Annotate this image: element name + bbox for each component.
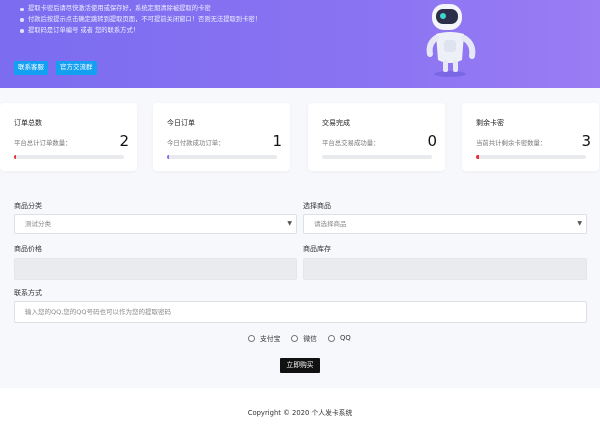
stat-label: 平台总计订单数量：: [14, 139, 72, 147]
payment-option-label: 支付宝: [260, 335, 281, 343]
stock-label: 商品库存: [303, 245, 331, 253]
payment-option-qq[interactable]: QQ: [327, 333, 351, 343]
stock-field: [303, 258, 587, 280]
stat-value: 1: [272, 132, 282, 150]
payment-method-group: 支付宝 微信 QQ: [248, 333, 351, 343]
notice-item: 付款后按提示点击确定跳转到提取页面，不可提前关闭窗口！否则无法提取到卡密！: [18, 15, 288, 26]
robot-illustration: [426, 4, 476, 77]
product-label: 选择商品: [303, 202, 331, 210]
payment-option-wechat[interactable]: 微信: [291, 333, 317, 343]
product-select[interactable]: 请选择商品 ▼: [303, 214, 587, 234]
progress-fill: [167, 155, 170, 159]
progress-fill: [14, 155, 17, 159]
price-label: 商品价格: [14, 245, 42, 253]
payment-option-label: QQ: [339, 334, 351, 342]
progress-bar: [167, 155, 277, 159]
contact-placeholder: 输入您的QQ,您的QQ号码也可以作为您的提取密码: [25, 308, 172, 316]
stat-title: 剩余卡密: [476, 119, 504, 127]
buy-now-button[interactable]: 立即购买: [280, 358, 320, 373]
radio-icon[interactable]: [291, 334, 299, 342]
copyright-text: Copyright © 2020 个人发卡系统: [247, 409, 353, 417]
stat-card-remaining: 剩余卡密 当前共计剩余卡密数量： 3: [462, 103, 599, 171]
stat-card-today-orders: 今日订单 今日付款成功订单： 1: [153, 103, 290, 171]
official-group-button[interactable]: 官方交流群: [56, 61, 97, 75]
radio-icon[interactable]: [248, 334, 255, 342]
contact-label: 联系方式: [14, 289, 42, 297]
stat-title: 今日订单: [167, 119, 195, 127]
stat-label: 今日付款成功订单：: [167, 139, 225, 147]
price-field: [14, 258, 297, 280]
chevron-down-icon: ▼: [287, 220, 292, 227]
stat-title: 订单总数: [14, 119, 42, 127]
stat-value: 2: [119, 132, 129, 150]
stat-card-total-orders: 订单总数 平台总计订单数量： 2: [0, 103, 137, 171]
progress-bar: [322, 155, 432, 159]
notice-list: 提取卡密后请尽快激活使用或保存好，系统定期清除被提取的卡密 付款后按提示点击确定…: [18, 4, 288, 36]
category-label: 商品分类: [14, 202, 42, 210]
hero-buttons: 联系客服 官方交流群: [14, 61, 97, 75]
product-placeholder: 请选择商品: [314, 220, 347, 228]
stat-value: 3: [581, 132, 591, 150]
progress-bar: [14, 155, 124, 159]
radio-icon[interactable]: [327, 334, 335, 342]
stat-label: 当前共计剩余卡密数量：: [476, 139, 547, 147]
payment-option-label: 微信: [303, 335, 317, 343]
contact-input[interactable]: 输入您的QQ,您的QQ号码也可以作为您的提取密码: [14, 301, 587, 323]
payment-option-alipay[interactable]: 支付宝: [248, 333, 280, 343]
notice-item: 提取码是订单编号 或者 您的联系方式！: [18, 26, 288, 37]
progress-fill: [476, 155, 480, 159]
stat-title: 交易完成: [322, 119, 350, 127]
stat-label: 平台总交易成功量：: [322, 139, 380, 147]
notice-item: 提取卡密后请尽快激活使用或保存好，系统定期清除被提取的卡密: [18, 4, 288, 15]
stat-card-completed: 交易完成 平台总交易成功量： 0: [308, 103, 445, 171]
hero-banner: 提取卡密后请尽快激活使用或保存好，系统定期清除被提取的卡密 付款后按提示点击确定…: [0, 0, 600, 88]
progress-bar: [476, 155, 586, 159]
chevron-down-icon: ▼: [577, 220, 582, 227]
category-value: 测试分类: [25, 220, 51, 228]
contact-support-button[interactable]: 联系客服: [14, 61, 48, 75]
stat-value: 0: [427, 132, 437, 150]
category-select[interactable]: 测试分类 ▼: [14, 214, 297, 234]
